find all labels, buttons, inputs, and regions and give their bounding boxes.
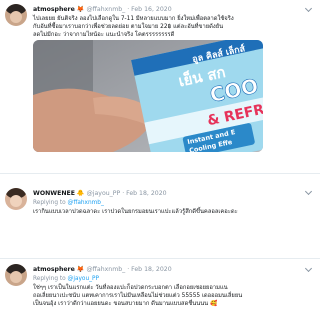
reply-mention-link[interactable]: @ffahxnmb_ bbox=[68, 200, 104, 206]
tweet-text: ไปเลยยย ยันติจริง ลองไปเลือกดูใน 7-11 มี… bbox=[33, 16, 234, 38]
product-photo-illustration: อูล คิลส์ เล็กส์ เย็น สก COO & REFRESH I… bbox=[33, 40, 263, 152]
tweet-date[interactable]: Feb 18, 2020 bbox=[126, 190, 166, 197]
tweet-date[interactable]: Feb 16, 2020 bbox=[131, 6, 171, 13]
fox-emoji-icon: 🦊 bbox=[76, 6, 85, 13]
fox-emoji-icon: 🦊 bbox=[76, 266, 85, 273]
tweet-text: เรากินแบบเวลาปวดฉลาดะ เราปวดในยกรมอยนเรา… bbox=[33, 209, 238, 215]
tweet-header: atmosphere 🦊 @ffahxnmb_ · Feb 16, 2020 bbox=[33, 6, 172, 13]
tweet-1[interactable]: atmosphere 🦊 @ffahxnmb_ · Feb 16, 2020 ไ… bbox=[0, 0, 320, 173]
tweet-text: ใช่ๆๆ เราเป็นในแรกแต่ะ วันที่ลองแปะก็อปว… bbox=[33, 285, 243, 307]
avatar[interactable] bbox=[5, 264, 27, 286]
chevron-down-icon[interactable] bbox=[304, 264, 313, 273]
reply-mention-link[interactable]: @jayou_PP bbox=[68, 276, 100, 282]
author-name[interactable]: WONWENEE bbox=[33, 190, 75, 197]
author-handle[interactable]: @ffahxnmb_ bbox=[86, 6, 125, 13]
tweet-photo[interactable]: อูล คิลส์ เล็กส์ เย็น สก COO & REFRESH I… bbox=[33, 40, 263, 152]
author-handle[interactable]: @jayou_PP bbox=[87, 190, 121, 197]
chevron-down-icon[interactable] bbox=[304, 187, 313, 196]
chick-emoji-icon: 🐥 bbox=[76, 190, 85, 197]
author-name[interactable]: atmosphere bbox=[33, 6, 75, 13]
tweet-date[interactable]: Feb 18, 2020 bbox=[131, 266, 171, 273]
avatar[interactable] bbox=[5, 188, 27, 210]
tweet-3[interactable]: atmosphere 🦊 @ffahxnmb_ · Feb 18, 2020 R… bbox=[0, 259, 320, 320]
chevron-down-icon[interactable] bbox=[304, 4, 313, 13]
tweet-header: WONWENEE 🐥 @jayou_PP · Feb 18, 2020 bbox=[33, 190, 167, 197]
avatar[interactable] bbox=[5, 4, 27, 26]
author-name[interactable]: atmosphere bbox=[33, 266, 75, 273]
author-handle[interactable]: @ffahxnmb_ bbox=[86, 266, 125, 273]
replying-to: Replying to @jayou_PP bbox=[33, 276, 100, 282]
tweet-header: atmosphere 🦊 @ffahxnmb_ · Feb 18, 2020 bbox=[33, 266, 172, 273]
tweet-2[interactable]: WONWENEE 🐥 @jayou_PP · Feb 18, 2020 Repl… bbox=[0, 174, 320, 224]
replying-to: Replying to @ffahxnmb_ bbox=[33, 200, 104, 206]
